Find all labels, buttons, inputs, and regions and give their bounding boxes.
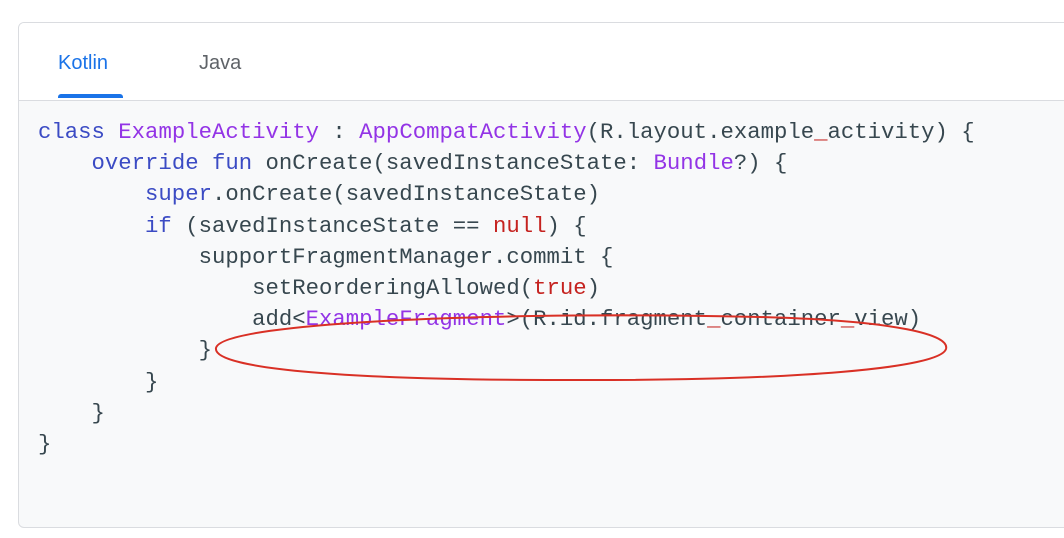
- code-text: ): [586, 274, 601, 301]
- code-text: add<: [252, 306, 306, 333]
- code-block: class ExampleActivity : AppCompatActivit…: [38, 117, 975, 460]
- code-text: ) {: [546, 212, 587, 239]
- code-keyword: override: [91, 150, 199, 177]
- code-text: .onCreate(savedInstanceState): [211, 181, 600, 208]
- code-type: ExampleActivity: [118, 119, 320, 145]
- code-type: Bundle: [653, 150, 734, 177]
- code-line-6: setReorderingAllowed(true): [38, 273, 975, 304]
- code-type: AppCompatActivity: [359, 119, 587, 145]
- code-type: ExampleFragment: [305, 306, 507, 333]
- code-line-7: add<ExampleFragment>(R.id.fragment_conta…: [38, 304, 975, 335]
- code-text: }: [198, 337, 212, 364]
- code-text: }: [145, 368, 159, 395]
- code-literal: true: [533, 274, 587, 301]
- tab-java[interactable]: Java: [199, 23, 241, 100]
- code-text: >(R.id.fragment: [506, 306, 708, 333]
- code-line-9: }: [38, 367, 975, 398]
- code-literal: null: [492, 212, 547, 239]
- code-line-10: }: [38, 398, 975, 429]
- code-keyword: class: [38, 119, 105, 145]
- active-tab-indicator: [58, 94, 123, 98]
- code-keyword: fun: [211, 150, 253, 177]
- code-text: container: [720, 306, 841, 333]
- code-text: activity) {: [827, 119, 975, 145]
- code-text: }: [38, 430, 52, 457]
- code-text: view): [854, 306, 922, 333]
- code-underscore: _: [814, 119, 828, 145]
- code-line-11: }: [38, 429, 975, 460]
- code-line-4: if (savedInstanceState == null) {: [38, 211, 975, 242]
- code-line-8: }: [38, 335, 975, 366]
- language-tab-bar: Kotlin Java: [19, 23, 1064, 101]
- code-line-5: supportFragmentManager.commit {: [38, 242, 975, 273]
- code-text: supportFragmentManager.commit {: [198, 243, 614, 270]
- code-line-2: override fun onCreate(savedInstanceState…: [38, 148, 975, 179]
- tab-kotlin[interactable]: Kotlin: [58, 23, 108, 100]
- code-text: setReorderingAllowed(: [252, 274, 534, 301]
- code-text: }: [91, 399, 105, 426]
- code-text: (savedInstanceState ==: [171, 212, 493, 239]
- code-text: :: [319, 119, 360, 145]
- code-underscore: _: [840, 306, 855, 333]
- code-keyword: super: [145, 181, 212, 208]
- code-text: ?) {: [733, 150, 788, 177]
- code-line-3: super.onCreate(savedInstanceState): [38, 179, 975, 210]
- code-text: onCreate(savedInstanceState:: [252, 150, 654, 177]
- code-line-1: class ExampleActivity : AppCompatActivit…: [38, 117, 975, 148]
- code-keyword: if: [145, 212, 172, 239]
- code-text: (R.layout.example: [586, 119, 815, 145]
- code-underscore: _: [707, 306, 721, 333]
